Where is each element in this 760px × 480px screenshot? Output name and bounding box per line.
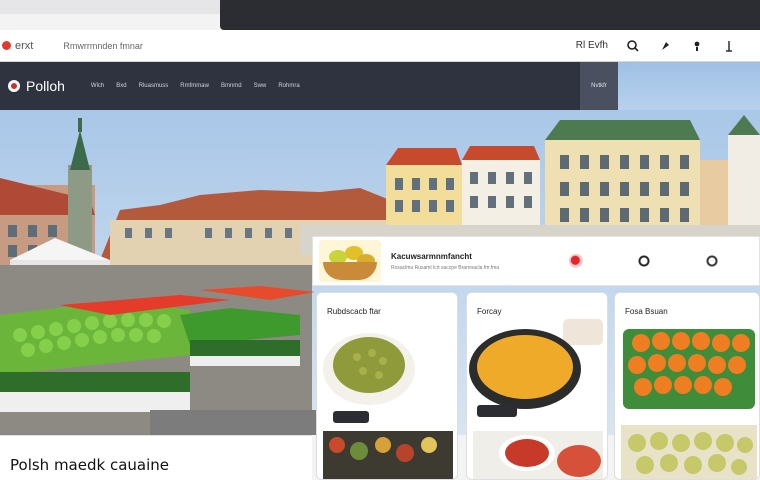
page-caption: Polsh maedk cauaine (0, 435, 312, 480)
food-card-3[interactable]: Fosa Bsuan (614, 292, 760, 480)
featured-thumbnail (319, 240, 381, 282)
featured-subtitle: Rosaclmu Rusaml lcrt saccpe Brarnnacla f… (391, 264, 500, 271)
search-icon[interactable] (626, 39, 640, 53)
browser-brand[interactable]: erxt (0, 40, 33, 52)
chat-icon[interactable] (705, 254, 719, 268)
browser-actions: Rl Evfh (576, 39, 736, 53)
site-logo[interactable]: Polloh (8, 78, 65, 94)
bowl-shape (323, 262, 377, 280)
nav-link[interactable]: Bmnmd (221, 83, 242, 89)
hero-sky-top (618, 62, 760, 110)
monitor-bezel (0, 0, 760, 30)
nav-link[interactable]: Bxd (116, 83, 126, 89)
nav-links: Wlch Bxd Rluasmuss Rmfmmaw Bmnmd Sww Roh… (91, 83, 300, 89)
alert-icon[interactable] (569, 254, 583, 268)
menu-icon[interactable] (722, 39, 736, 53)
browser-toolbar: erxt Rmwrrmnden fmnar Rl Evfh (0, 30, 760, 62)
caption-text: Polsh maedk cauaine (10, 456, 169, 474)
brand-logo-icon (2, 41, 11, 50)
logo-icon (8, 80, 20, 92)
dish-image (469, 319, 603, 479)
food-card-1[interactable]: Rubdscacb ftar (316, 292, 458, 480)
nav-link[interactable]: Rohmra (278, 83, 299, 89)
fish-icon[interactable] (637, 254, 651, 268)
featured-actions (569, 254, 719, 268)
tab-title[interactable]: Rmwrrmnden fmnar (63, 41, 143, 51)
monitor-top-bar (220, 0, 760, 30)
dish-image (323, 333, 453, 479)
nav-link[interactable]: Wlch (91, 83, 104, 89)
profile-icon[interactable] (690, 39, 704, 53)
featured-info-card[interactable]: Kacuwsarmnmfancht Rosaclmu Rusaml lcrt s… (312, 236, 760, 286)
site-navbar: Polloh Wlch Bxd Rluasmuss Rmfmmaw Bmnmd … (0, 62, 620, 110)
user-label[interactable]: Rl Evfh (576, 40, 608, 51)
featured-text: Kacuwsarmnmfancht Rosaclmu Rusaml lcrt s… (391, 252, 499, 271)
nav-side-button[interactable]: Nvtkfr (580, 62, 618, 110)
brand-text: erxt (15, 39, 34, 52)
featured-title: Kacuwsarmnmfancht (391, 251, 472, 261)
nav-side-label: Nvtkfr (591, 83, 607, 89)
nav-link[interactable]: Sww (254, 83, 267, 89)
bookmark-icon[interactable] (658, 39, 672, 53)
nav-link[interactable]: Rluasmuss (139, 83, 169, 89)
app-screen: erxt Rmwrrmnden fmnar Rl Evfh Polloh Wlc… (0, 0, 760, 480)
dish-image (621, 329, 757, 479)
site-logo-text: Polloh (26, 78, 65, 94)
food-card-2[interactable]: Forcay (466, 292, 608, 480)
nav-link[interactable]: Rmfmmaw (180, 83, 209, 89)
